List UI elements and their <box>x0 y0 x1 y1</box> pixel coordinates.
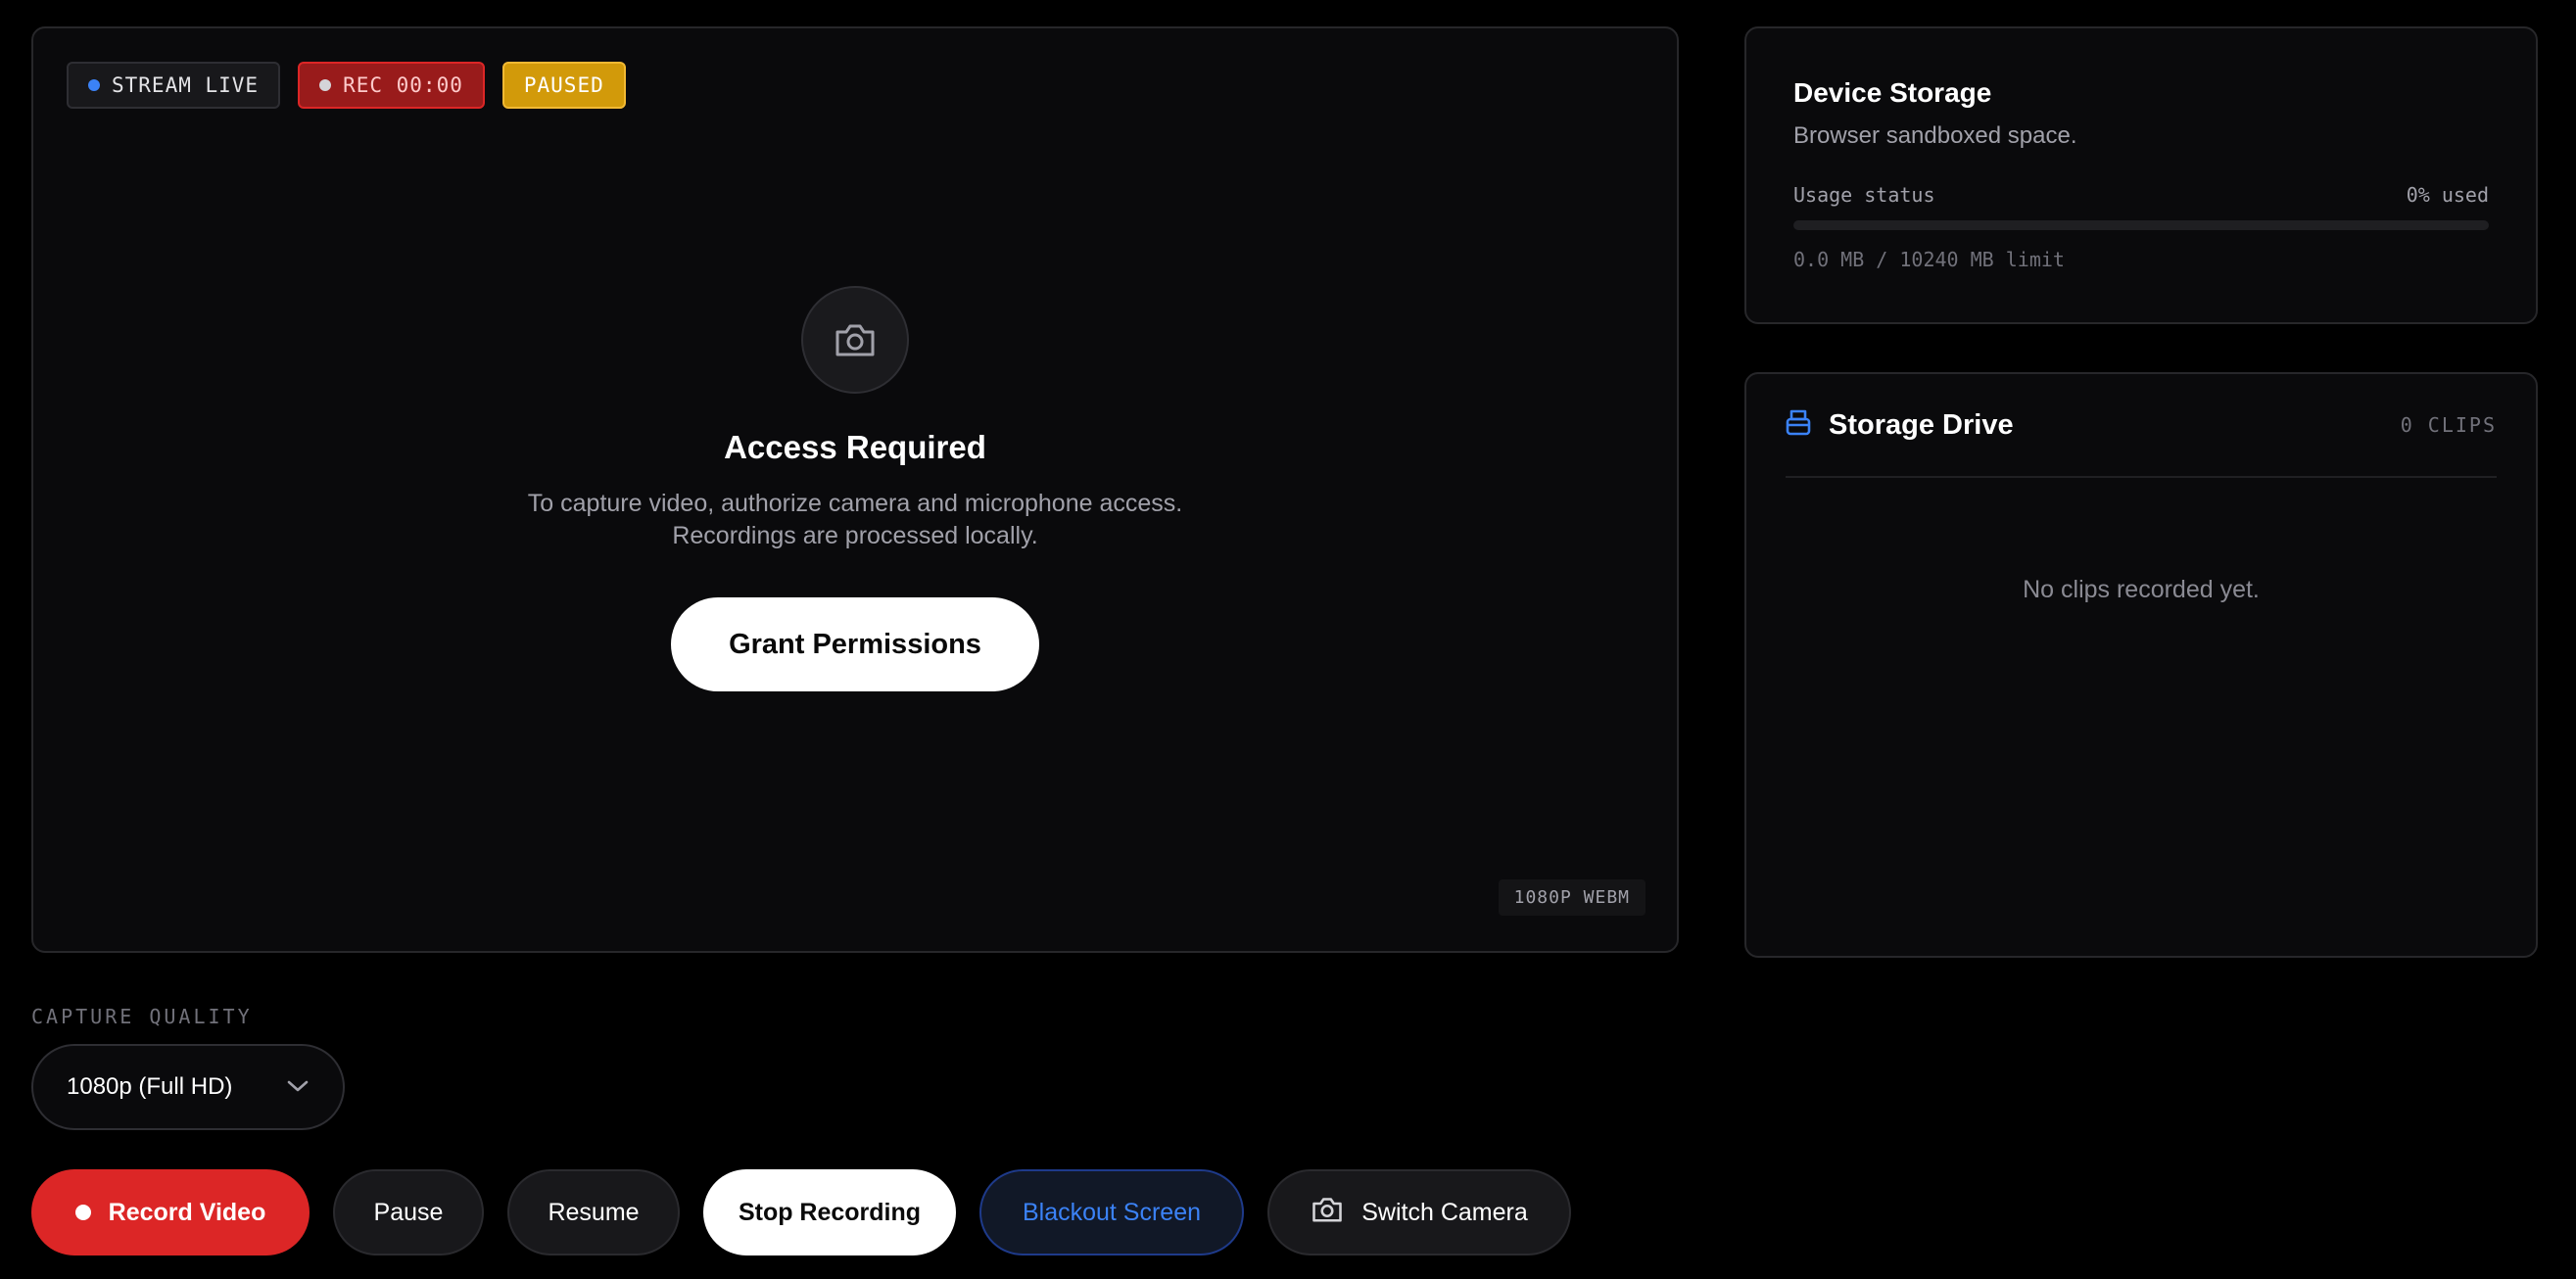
status-badges: STREAM LIVE REC 00:00 PAUSED <box>67 62 626 109</box>
access-description: To capture video, authorize camera and m… <box>527 490 1183 549</box>
clip-count: 0 CLIPS <box>2400 413 2497 437</box>
camera-preview-panel: STREAM LIVE REC 00:00 PAUSED Access Requ… <box>31 26 1679 953</box>
format-tag: 1080P WEBM <box>1498 879 1646 916</box>
record-dot-icon <box>74 1205 91 1220</box>
pause-button[interactable]: Pause <box>333 1169 484 1255</box>
paused-badge: PAUSED <box>501 62 626 109</box>
usage-label: Usage status <box>1793 183 1935 207</box>
usage-value: 0% used <box>2406 183 2489 207</box>
usage-row: Usage status 0% used <box>1793 183 2489 207</box>
drive-header: Storage Drive 0 CLIPS <box>1786 374 2497 478</box>
rec-timer-badge: REC 00:00 <box>298 62 485 109</box>
recording-controls: Record Video Pause Resume Stop Recording… <box>31 1169 1571 1255</box>
blackout-screen-button[interactable]: Blackout Screen <box>979 1169 1244 1255</box>
stream-live-badge: STREAM LIVE <box>67 62 281 109</box>
empty-clips-message: No clips recorded yet. <box>2023 576 2260 603</box>
camera-icon <box>1311 1195 1344 1231</box>
device-storage-card: Device Storage Browser sandboxed space. … <box>1744 26 2538 324</box>
grant-permissions-button[interactable]: Grant Permissions <box>671 597 1039 691</box>
storage-title: Device Storage <box>1793 77 1992 108</box>
storage-drive-card: Storage Drive 0 CLIPS No clips recorded … <box>1744 372 2538 958</box>
permission-prompt: Access Required To capture video, author… <box>33 286 1677 691</box>
rec-dot-icon <box>319 79 332 91</box>
chevron-down-icon <box>286 1073 310 1101</box>
capture-quality-select[interactable]: 1080p (Full HD) <box>31 1044 345 1130</box>
drive-title: Storage Drive <box>1829 408 2014 441</box>
storage-subtitle: Browser sandboxed space. <box>1793 122 2077 149</box>
usage-progress-bar <box>1793 220 2489 230</box>
switch-camera-button[interactable]: Switch Camera <box>1267 1169 1571 1255</box>
record-video-button[interactable]: Record Video <box>31 1169 310 1255</box>
camera-icon <box>801 286 909 394</box>
storage-limit: 0.0 MB / 10240 MB limit <box>1793 248 2065 271</box>
access-title: Access Required <box>724 429 986 465</box>
stop-recording-button[interactable]: Stop Recording <box>703 1169 956 1255</box>
capture-quality-label: CAPTURE QUALITY <box>31 1005 253 1028</box>
resume-button[interactable]: Resume <box>507 1169 680 1255</box>
storage-drive-icon <box>1786 409 1811 442</box>
live-dot-icon <box>88 79 100 91</box>
